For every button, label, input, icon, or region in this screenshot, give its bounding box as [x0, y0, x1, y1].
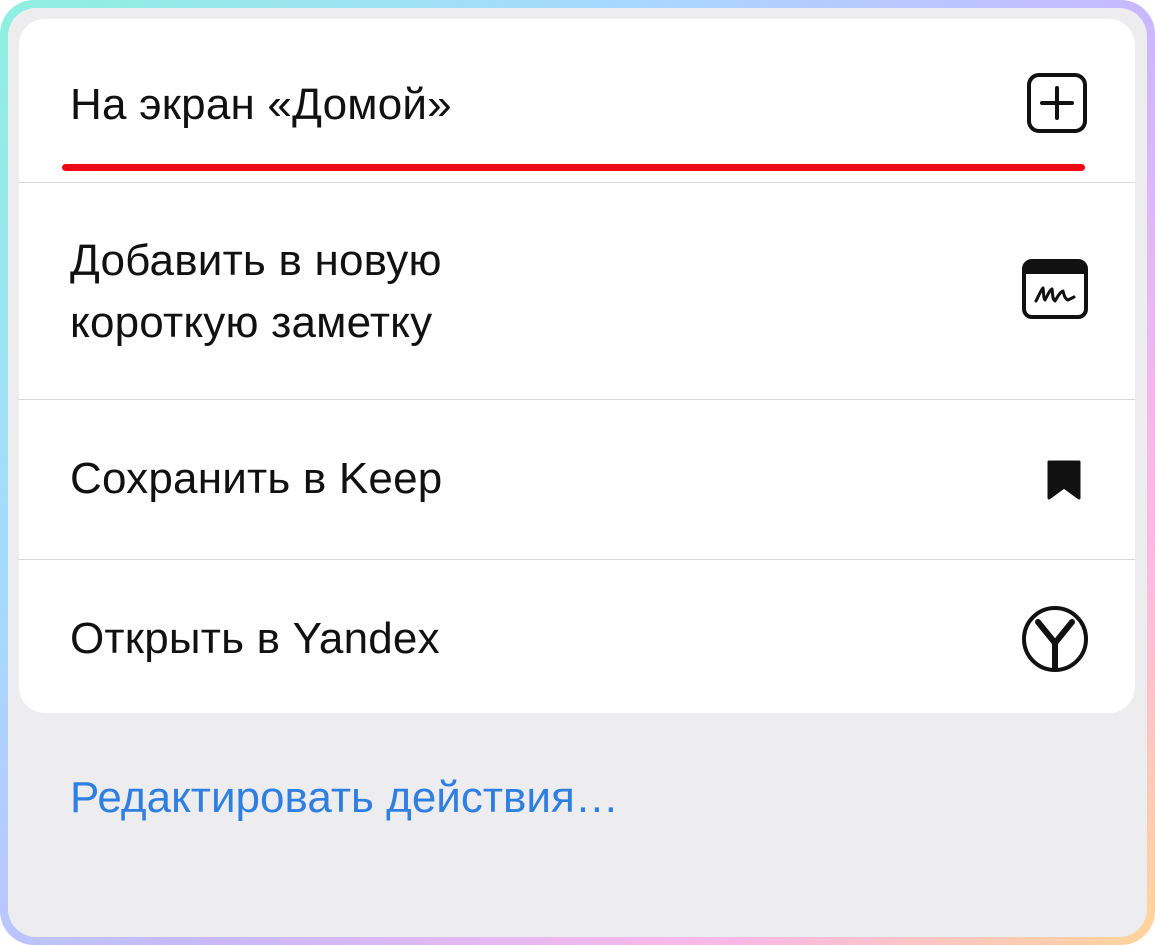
- yandex-icon: [1021, 605, 1089, 673]
- add-to-quick-note-label-line1: Добавить в новую: [70, 236, 442, 285]
- bookmark-icon: [1046, 459, 1082, 501]
- add-to-home-screen-action[interactable]: На экран «Домой»: [19, 19, 1135, 182]
- window-frame: На экран «Домой» Добавить в новую коротк…: [0, 0, 1155, 945]
- highlight-underline: [62, 164, 1085, 171]
- add-to-home-icon: [1025, 71, 1089, 135]
- add-to-home-screen-label: На экран «Домой»: [70, 80, 452, 129]
- open-in-yandex-action[interactable]: Открыть в Yandex: [19, 560, 1135, 713]
- add-to-quick-note-label-line2: короткую заметку: [70, 298, 433, 347]
- edit-actions-link[interactable]: Редактировать действия…: [70, 768, 619, 828]
- add-to-quick-note-action[interactable]: Добавить в новую короткую заметку: [19, 183, 1135, 399]
- share-sheet: На экран «Домой» Добавить в новую коротк…: [8, 8, 1147, 937]
- save-to-keep-label: Сохранить в Keep: [70, 454, 443, 503]
- open-in-yandex-label: Открыть в Yandex: [70, 614, 440, 663]
- save-to-keep-action[interactable]: Сохранить в Keep: [19, 400, 1135, 559]
- actions-card: На экран «Домой» Добавить в новую коротк…: [19, 19, 1135, 713]
- quick-note-icon: [1021, 258, 1089, 320]
